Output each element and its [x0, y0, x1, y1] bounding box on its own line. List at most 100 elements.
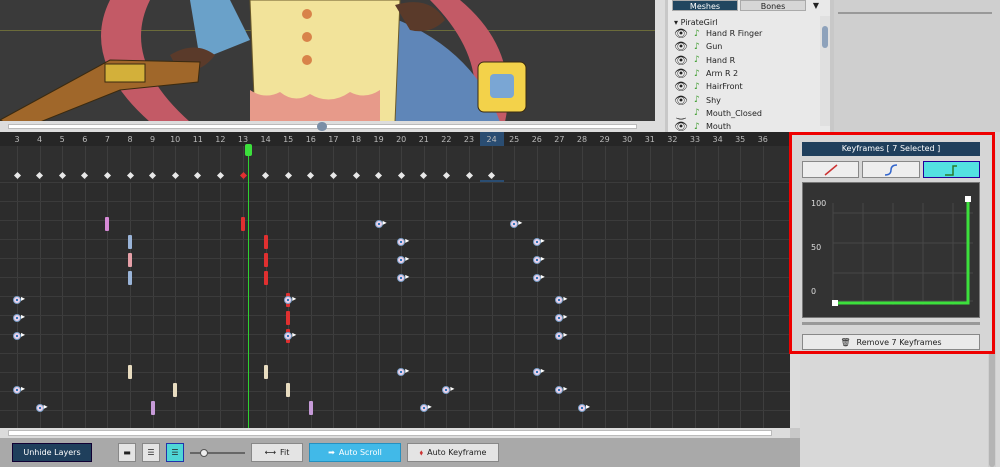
summary-keyframe[interactable] [375, 171, 383, 180]
frame-tick[interactable]: 11 [188, 135, 208, 144]
tab-bones[interactable]: Bones [740, 0, 806, 11]
tangent-keyframe[interactable] [13, 386, 21, 394]
tangent-keyframe[interactable] [13, 296, 21, 304]
frame-tick[interactable]: 28 [572, 135, 592, 144]
scrollbar-thumb[interactable] [8, 430, 772, 436]
frame-tick[interactable]: 23 [459, 135, 479, 144]
scrollbar-thumb[interactable] [822, 26, 828, 48]
smooth-curve-button[interactable] [862, 161, 920, 178]
layer-row[interactable]: 👁 ♪ Mouth [668, 120, 830, 132]
summary-keyframe[interactable] [329, 171, 337, 180]
frame-ruler[interactable]: 3 4 5 6 7 8 9 10 11 12 13 14 15 16 17 18 19 20 21 22 23 24 25 2… [0, 132, 790, 182]
summary-keyframe[interactable] [239, 171, 247, 180]
keyframe[interactable] [128, 365, 132, 379]
summary-keyframe[interactable] [216, 171, 224, 180]
frame-tick[interactable]: 35 [730, 135, 750, 144]
frame-tick[interactable]: 24 [482, 135, 502, 144]
tangent-keyframe[interactable] [397, 274, 406, 282]
row-size-small-button[interactable]: ▬ [118, 443, 136, 462]
frame-tick[interactable]: 15 [278, 135, 298, 144]
row-size-medium-button[interactable]: ☰ [142, 443, 160, 462]
tangent-keyframe[interactable] [532, 256, 541, 264]
summary-keyframe[interactable] [149, 171, 157, 180]
frame-tick[interactable]: 13 [233, 135, 253, 144]
frame-tick[interactable]: 25 [504, 135, 524, 144]
slider-knob[interactable] [200, 448, 208, 457]
keyframe-tracks[interactable]: ▸ ▸ ▸ ▸ ▸ ▸ ▸ ▸ ▸ ▸ ▸ ▸ ▸ ▸ ▸ ▸ ▸ ▸ ▸ ▸ ▸ ▸ ▸ ▸ [0, 182, 790, 428]
summary-keyframe[interactable] [262, 171, 270, 180]
summary-keyframe[interactable] [465, 171, 473, 180]
frame-tick[interactable]: 14 [256, 135, 276, 144]
summary-keyframe[interactable] [352, 171, 360, 180]
summary-keyframe-row[interactable] [0, 146, 790, 180]
summary-keyframe[interactable] [284, 171, 292, 180]
frame-tick[interactable]: 5 [52, 135, 72, 144]
frame-tick[interactable]: 21 [414, 135, 434, 144]
frame-tick[interactable]: 30 [617, 135, 637, 144]
summary-keyframe[interactable] [36, 171, 44, 180]
layer-row[interactable]: 👁 ♪ Shy [668, 93, 830, 107]
keyframe[interactable] [263, 253, 268, 267]
summary-keyframe[interactable] [397, 171, 405, 180]
keyframe[interactable] [263, 235, 268, 249]
timeline-horizontal-scrollbar[interactable] [0, 428, 790, 438]
keyframe[interactable] [286, 383, 291, 397]
timeline[interactable]: 3 4 5 6 7 8 9 10 11 12 13 14 15 16 17 18 19 20 21 22 23 24 25 2… [0, 132, 790, 428]
summary-keyframe[interactable] [126, 171, 134, 180]
animation-viewport[interactable] [0, 0, 665, 122]
unhide-layers-button[interactable]: Unhide Layers [12, 443, 92, 462]
keyframe[interactable] [308, 401, 313, 415]
eye-icon[interactable]: 👁 [668, 54, 694, 67]
frame-tick[interactable]: 27 [549, 135, 569, 144]
tangent-keyframe[interactable] [555, 314, 564, 322]
tangent-keyframe[interactable] [532, 238, 541, 246]
eye-icon[interactable]: 👁 [668, 67, 694, 80]
frame-tick[interactable]: 9 [143, 135, 163, 144]
frame-tick[interactable]: 6 [75, 135, 95, 144]
tangent-keyframe[interactable] [555, 386, 564, 394]
eye-icon[interactable]: 👁 [668, 120, 694, 132]
tangent-keyframe[interactable] [284, 296, 293, 304]
tab-meshes[interactable]: Meshes [672, 0, 738, 11]
keyframe[interactable] [128, 253, 132, 267]
summary-keyframe[interactable] [194, 171, 202, 180]
frame-tick[interactable]: 8 [120, 135, 140, 144]
frame-tick[interactable]: 20 [391, 135, 411, 144]
tangent-keyframe[interactable] [555, 296, 564, 304]
eye-closed-icon[interactable]: ‿ [668, 107, 694, 120]
chevron-down-icon[interactable]: ▼ [808, 0, 824, 11]
summary-keyframe[interactable] [307, 171, 315, 180]
playhead-handle[interactable] [245, 144, 252, 156]
tangent-keyframe[interactable] [578, 404, 586, 412]
frame-tick[interactable]: 16 [301, 135, 321, 144]
linear-curve-button[interactable] [802, 161, 860, 178]
frame-tick[interactable]: 26 [527, 135, 547, 144]
eye-icon[interactable]: 👁 [668, 27, 694, 40]
tangent-keyframe[interactable] [13, 332, 21, 340]
tangent-keyframe[interactable] [397, 256, 406, 264]
frame-tick[interactable]: 12 [210, 135, 230, 144]
frame-tick[interactable]: 36 [753, 135, 773, 144]
eye-icon[interactable]: 👁 [668, 40, 694, 53]
keyframe[interactable] [128, 235, 132, 249]
summary-keyframe[interactable] [420, 171, 428, 180]
keyframe[interactable] [105, 217, 110, 231]
tangent-keyframe[interactable] [397, 368, 406, 376]
layer-row[interactable]: 👁 ♪ Gun [668, 40, 830, 53]
keyframe[interactable] [128, 271, 132, 285]
frame-tick[interactable]: 31 [640, 135, 660, 144]
layer-root[interactable]: ▾ PirateGirl [674, 18, 830, 27]
keyframe[interactable] [241, 217, 245, 231]
tangent-keyframe[interactable] [555, 332, 564, 340]
summary-keyframe[interactable] [442, 171, 450, 180]
layers-scrollbar[interactable] [820, 16, 830, 126]
frame-tick[interactable]: 10 [165, 135, 185, 144]
tangent-keyframe[interactable] [374, 220, 383, 228]
row-size-large-button[interactable]: ☰ [166, 443, 184, 462]
frame-tick[interactable]: 32 [662, 135, 682, 144]
frame-tick[interactable]: 22 [436, 135, 456, 144]
frame-tick[interactable]: 19 [369, 135, 389, 144]
frame-tick[interactable]: 7 [97, 135, 117, 144]
tangent-keyframe[interactable] [532, 368, 541, 376]
constant-curve-button[interactable] [922, 161, 980, 178]
